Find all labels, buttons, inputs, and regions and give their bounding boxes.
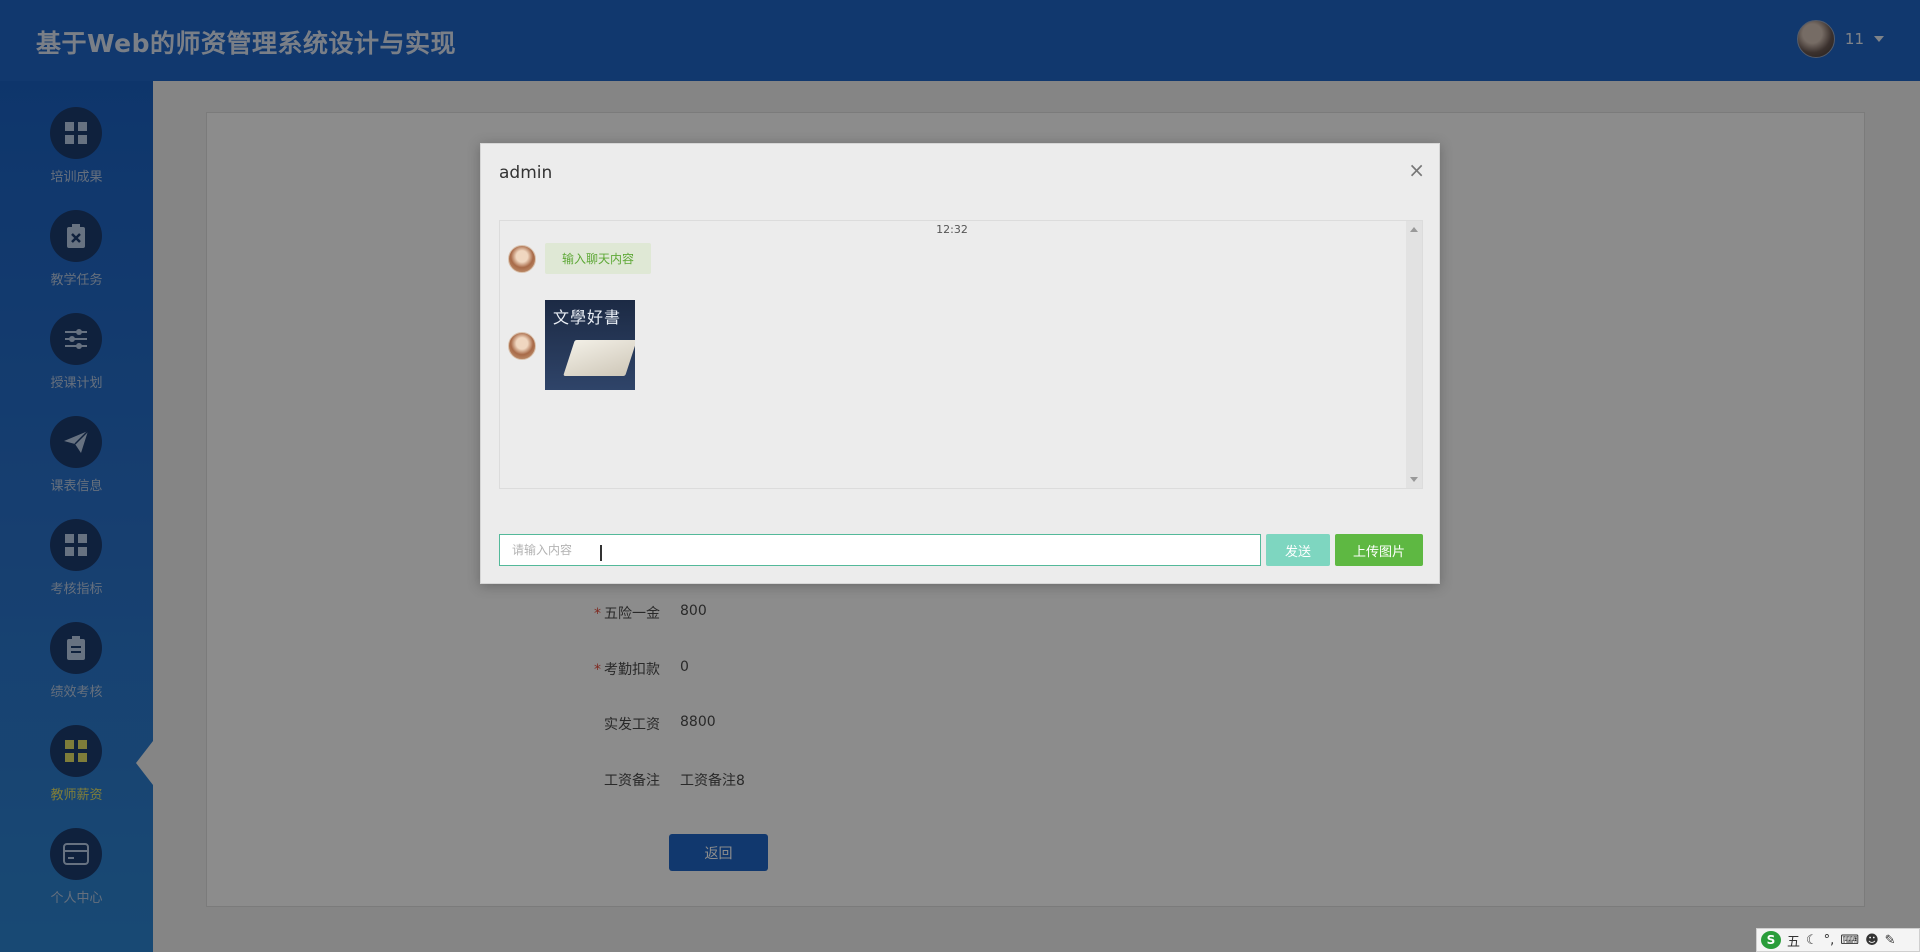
ime-toolbar[interactable]: S 五 ☾ °, ⌨ ☻ ✎ xyxy=(1756,928,1920,952)
user-icon[interactable]: ☻ xyxy=(1865,933,1879,948)
moon-icon[interactable]: ☾ xyxy=(1806,933,1818,948)
text-cursor-icon xyxy=(600,545,602,561)
punctuation-icon[interactable]: °, xyxy=(1824,933,1835,948)
sender-avatar xyxy=(508,332,536,360)
chat-message-text: 输入聊天内容 xyxy=(545,243,652,274)
close-icon[interactable]: × xyxy=(1408,158,1425,182)
chat-input-field[interactable] xyxy=(499,534,1261,566)
scroll-up-icon[interactable] xyxy=(1410,227,1418,232)
chat-dialog: admin × 12:32 输入聊天内容 文學好書 发送 上传图片 xyxy=(480,143,1440,584)
book-illustration xyxy=(563,340,635,376)
chat-message-image[interactable]: 文學好書 xyxy=(545,300,635,390)
upload-image-button[interactable]: 上传图片 xyxy=(1335,534,1423,566)
ime-mode[interactable]: 五 xyxy=(1787,931,1800,950)
scroll-down-icon[interactable] xyxy=(1410,477,1418,482)
keyboard-icon[interactable]: ⌨ xyxy=(1840,933,1859,948)
chat-scrollbar[interactable] xyxy=(1406,221,1422,488)
sender-avatar xyxy=(508,245,536,273)
message-timestamp: 12:32 xyxy=(936,223,968,236)
sogou-logo-icon[interactable]: S xyxy=(1761,931,1781,949)
image-caption: 文學好書 xyxy=(553,308,622,327)
chat-input[interactable] xyxy=(500,535,1260,565)
chat-messages[interactable]: 12:32 输入聊天内容 文學好書 xyxy=(499,220,1423,489)
wrench-icon[interactable]: ✎ xyxy=(1885,933,1896,948)
send-button[interactable]: 发送 xyxy=(1266,534,1330,566)
dialog-title: admin xyxy=(499,163,553,183)
